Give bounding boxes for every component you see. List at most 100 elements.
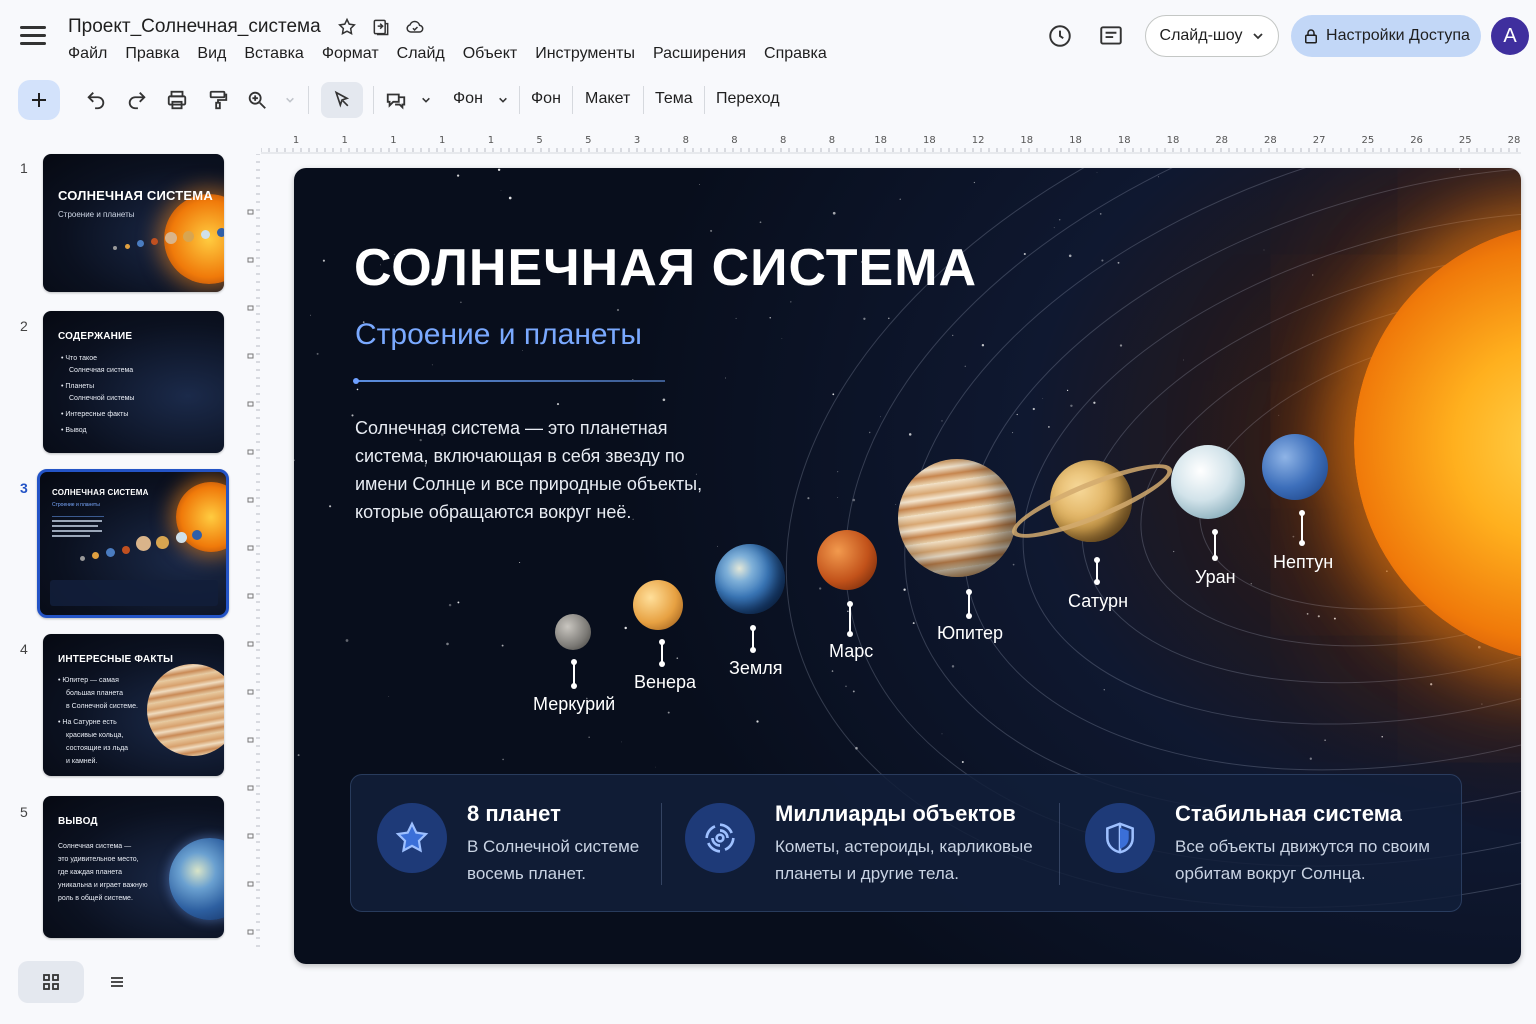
star <box>973 181 976 184</box>
star <box>964 365 966 367</box>
share-access-button[interactable]: Настройки Доступа <box>1291 15 1481 57</box>
new-slide-button[interactable] <box>18 80 60 120</box>
undo-icon[interactable] <box>84 88 108 112</box>
label-pointer <box>847 601 853 637</box>
thumbnail-list-item: Солнечной системы <box>69 395 135 402</box>
print-icon[interactable] <box>165 88 189 112</box>
slide-subtitle[interactable]: Строение и планеты <box>355 318 642 352</box>
main-menu-icon[interactable] <box>20 26 46 46</box>
move-to-folder-icon[interactable] <box>370 16 392 38</box>
shield-icon <box>1085 803 1155 873</box>
planets-image <box>80 524 202 564</box>
ruler-mark <box>247 401 254 407</box>
slide-title[interactable]: СОЛНЕЧНАЯ СИСТЕМА <box>354 238 977 298</box>
star <box>710 229 713 232</box>
star <box>1099 213 1102 215</box>
star <box>868 431 871 434</box>
ruler-label: 1 <box>342 135 348 146</box>
star <box>676 657 679 660</box>
transition-button[interactable]: Переход <box>716 90 780 108</box>
menu-bar: Файл Правка Вид Вставка Формат Слайд Объ… <box>68 45 836 63</box>
star <box>888 317 890 320</box>
star <box>431 364 433 366</box>
star <box>981 344 985 347</box>
select-tool-button[interactable] <box>321 82 363 118</box>
menu-view[interactable]: Вид <box>188 45 235 63</box>
star <box>502 758 504 761</box>
star <box>899 198 901 200</box>
shape-dropdown-chevron-icon[interactable] <box>418 88 434 112</box>
decorative-divider <box>353 378 665 384</box>
paint-format-icon[interactable] <box>206 88 230 112</box>
ruler-mark <box>247 593 254 599</box>
avatar[interactable]: A <box>1491 17 1529 55</box>
planet-label-neptune: Нептун <box>1273 552 1334 572</box>
list-view-button[interactable] <box>84 961 150 1003</box>
ruler-label: 18 <box>1069 135 1082 146</box>
star <box>725 377 726 379</box>
star <box>1333 617 1336 620</box>
fact-text: В Солнечной системе восемь планет. <box>467 837 640 883</box>
slide-thumbnail-5[interactable]: ВЫВОД Солнечная система — это удивительн… <box>43 796 224 938</box>
star <box>1324 739 1326 742</box>
thumbnail-subtitle: Строение и планеты <box>52 502 100 508</box>
cloud-saved-icon[interactable] <box>404 16 426 38</box>
thumbnail-list-item: и камней. <box>66 758 98 765</box>
slide-thumbnail-1[interactable]: СОЛНЕЧНАЯ СИСТЕМА Строение и планеты <box>43 154 224 292</box>
star <box>1093 401 1096 404</box>
redo-icon[interactable] <box>125 88 149 112</box>
ruler-mark <box>247 737 254 743</box>
background-dropdown[interactable]: Фон <box>453 90 483 108</box>
ruler-label: 26 <box>1410 135 1423 146</box>
planet-label-uranus: Уран <box>1195 567 1236 587</box>
star <box>1101 259 1104 262</box>
horizontal-ruler[interactable]: 1 1 1 1 1 5 5 3 8 8 8 8 18 18 12 18 18 18 18 28 28 27 25 26 25 28 <box>261 128 1521 154</box>
slide-body-text[interactable]: Солнечная система — это планетная систем… <box>355 414 715 526</box>
ruler-mark <box>247 833 254 839</box>
menu-tools[interactable]: Инструменты <box>526 45 644 63</box>
ruler-label: 5 <box>585 135 591 146</box>
star <box>941 733 943 735</box>
menu-format[interactable]: Формат <box>313 45 388 63</box>
comments-icon[interactable] <box>1093 18 1129 54</box>
star <box>769 317 771 319</box>
shape-icon[interactable] <box>384 88 408 112</box>
slide-thumbnail-2[interactable]: СОДЕРЖАНИЕ • Что такое Солнечная система… <box>43 311 224 453</box>
star <box>1312 274 1314 276</box>
slide-thumbnail-4[interactable]: ИНТЕРЕСНЫЕ ФАКТЫ • Юпитер — самая больша… <box>43 634 224 776</box>
menu-extensions[interactable]: Расширения <box>644 45 755 63</box>
thumbnail-title: СОЛНЕЧНАЯ СИСТЕМА <box>52 488 149 497</box>
star-icon[interactable] <box>336 16 358 38</box>
menu-edit[interactable]: Правка <box>116 45 188 63</box>
slideshow-button[interactable]: Слайд-шоу <box>1145 15 1279 57</box>
venus-image <box>633 580 683 630</box>
star <box>1032 407 1035 411</box>
document-title[interactable]: Проект_Солнечная_система <box>68 16 321 38</box>
theme-button[interactable]: Тема <box>655 90 693 108</box>
star <box>1183 359 1184 361</box>
background-dropdown-chevron-icon[interactable] <box>495 88 511 112</box>
thumbnail-list: • Юпитер — самая большая планета в Солне… <box>58 674 138 768</box>
slide-thumbnail-3[interactable]: СОЛНЕЧНАЯ СИСТЕМА Строение и планеты <box>37 469 229 618</box>
ruler-mark <box>247 497 254 503</box>
star <box>446 642 449 646</box>
thumbnail-list-item: • Что такое <box>61 355 97 362</box>
zoom-icon[interactable] <box>245 88 269 112</box>
star <box>845 685 847 688</box>
layout-button[interactable]: Макет <box>585 90 630 108</box>
vertical-ruler[interactable] <box>240 154 260 950</box>
slide-canvas[interactable]: СОЛНЕЧНАЯ СИСТЕМА Строение и планеты Сол… <box>294 168 1521 964</box>
facts-panel[interactable]: 8 планет В Солнечной системе восемь план… <box>350 774 1462 912</box>
background-button[interactable]: Фон <box>531 90 561 108</box>
zoom-dropdown-chevron-icon[interactable] <box>282 88 298 112</box>
menu-insert[interactable]: Вставка <box>235 45 312 63</box>
menu-file[interactable]: Файл <box>68 45 116 63</box>
ruler-mark <box>247 881 254 887</box>
menu-help[interactable]: Справка <box>755 45 836 63</box>
version-history-icon[interactable] <box>1042 18 1078 54</box>
menu-object[interactable]: Объект <box>454 45 526 63</box>
star <box>1096 172 1098 173</box>
grid-view-button[interactable] <box>18 961 84 1003</box>
menu-slide[interactable]: Слайд <box>388 45 454 63</box>
star <box>952 334 954 337</box>
